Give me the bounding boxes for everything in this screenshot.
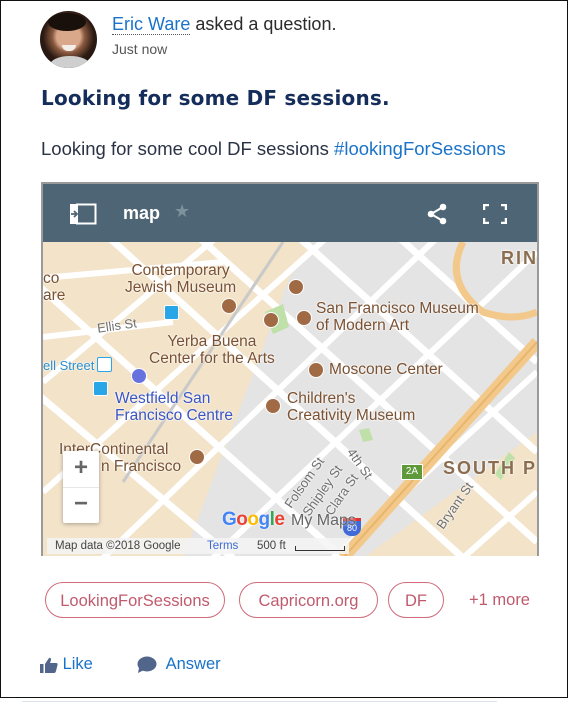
hotel-poi-icon[interactable] bbox=[189, 449, 205, 465]
label-line: Yerba Buena bbox=[167, 333, 257, 350]
like-button[interactable]: Like bbox=[40, 655, 93, 674]
label-line: Westfield San bbox=[115, 390, 211, 407]
body-text: Looking for some cool DF sessions bbox=[41, 138, 335, 159]
star-icon[interactable]: ★ bbox=[174, 201, 190, 222]
label-line: co bbox=[43, 270, 60, 287]
museum-poi-icon[interactable] bbox=[265, 398, 281, 414]
label-line: Center for the Arts bbox=[149, 350, 275, 367]
question-title[interactable]: Looking for some DF sessions. bbox=[41, 86, 390, 110]
map-embed[interactable]: map ★ co are Contemporary Jewish Museum … bbox=[41, 182, 539, 556]
map-label-left-edge: co are bbox=[43, 270, 65, 304]
avatar-hair bbox=[48, 13, 86, 31]
theater-poi-icon[interactable] bbox=[263, 312, 279, 328]
bart-station-icon[interactable] bbox=[97, 357, 112, 372]
map-label-childrens-museum[interactable]: Children's Creativity Museum bbox=[287, 390, 415, 424]
answer-label: Answer bbox=[165, 655, 221, 673]
map-label-south-park: SOUTH P bbox=[443, 458, 538, 478]
convention-center-poi-icon[interactable] bbox=[308, 362, 324, 378]
terms-link[interactable]: Terms bbox=[207, 538, 238, 554]
post-action-text: asked a question. bbox=[195, 14, 337, 34]
map-canvas[interactable]: co are Contemporary Jewish Museum Ellis … bbox=[43, 242, 537, 556]
map-data-credit: Map data ©2018 Google bbox=[55, 540, 181, 552]
side-panel-icon[interactable] bbox=[69, 203, 97, 225]
museum-poi-icon[interactable] bbox=[296, 310, 312, 326]
map-attribution-bar: Map data ©2018 Google Terms 500 ft bbox=[47, 538, 349, 554]
share-icon[interactable] bbox=[426, 203, 448, 225]
author-avatar[interactable] bbox=[40, 11, 97, 68]
exit-sign: 2A bbox=[401, 464, 423, 480]
map-zoom-control: + − bbox=[63, 451, 99, 523]
my-maps-label: My Maps bbox=[291, 512, 356, 529]
label-line: Francisco Centre bbox=[115, 407, 234, 424]
map-label-sfmoma[interactable]: San Francisco Museum of Modern Art bbox=[316, 300, 479, 334]
zoom-out-button[interactable]: − bbox=[63, 487, 99, 523]
map-label-moscone-center[interactable]: Moscone Center bbox=[329, 361, 443, 378]
fullscreen-icon[interactable] bbox=[483, 204, 507, 224]
map-label-rincon: RIN bbox=[501, 248, 538, 268]
map-label-yerba-buena[interactable]: Yerba Buena Center for the Arts bbox=[149, 333, 275, 367]
google-logo: Google bbox=[222, 509, 285, 530]
author-link[interactable]: Eric Ware bbox=[112, 14, 191, 35]
map-title: map bbox=[123, 203, 161, 223]
label-line: San Francisco Museum bbox=[316, 300, 479, 317]
label-line: are bbox=[43, 287, 66, 304]
label-line: of Modern Art bbox=[316, 317, 410, 334]
museum-poi-icon[interactable] bbox=[221, 298, 237, 314]
label-line: Jewish Museum bbox=[125, 279, 237, 296]
question-body: Looking for some cool DF sessions #looki… bbox=[41, 138, 506, 160]
divider bbox=[22, 701, 497, 702]
more-topics-link[interactable]: +1 more bbox=[469, 591, 530, 610]
topic-pill[interactable]: LookingForSessions bbox=[45, 582, 225, 618]
map-label-powell-street: ell Street bbox=[43, 358, 95, 373]
label-line: Creativity Museum bbox=[287, 407, 416, 424]
scale-label: 500 ft bbox=[257, 540, 286, 552]
label-line: Children's bbox=[287, 390, 356, 407]
zoom-in-button[interactable]: + bbox=[63, 451, 99, 488]
feed-item-card: Eric Ware asked a question. Just now Loo… bbox=[0, 0, 568, 698]
post-header: Eric Ware asked a question. bbox=[112, 14, 336, 35]
post-timestamp[interactable]: Just now bbox=[112, 41, 167, 57]
comment-icon bbox=[137, 656, 157, 674]
map-header: map ★ bbox=[43, 184, 537, 242]
map-label-contemporary-jewish-museum[interactable]: Contemporary Jewish Museum bbox=[125, 262, 236, 296]
hashtag-link[interactable]: #lookingForSessions bbox=[334, 138, 506, 159]
transit-station-icon[interactable] bbox=[93, 381, 108, 396]
topic-pill[interactable]: DF bbox=[388, 582, 444, 618]
avatar-shirt bbox=[50, 56, 90, 68]
map-label-westfield[interactable]: Westfield San Francisco Centre bbox=[115, 390, 233, 424]
museum-poi-icon[interactable] bbox=[288, 279, 304, 295]
transit-station-icon[interactable] bbox=[164, 305, 179, 320]
scale-bar bbox=[295, 546, 345, 551]
avatar-smile bbox=[62, 45, 76, 51]
thumbs-up-icon bbox=[40, 657, 58, 673]
like-label: Like bbox=[62, 655, 93, 673]
label-line: Contemporary bbox=[131, 262, 230, 279]
answer-button[interactable]: Answer bbox=[137, 655, 221, 674]
topic-pill[interactable]: Capricorn.org bbox=[239, 582, 378, 618]
shopping-poi-icon[interactable] bbox=[131, 368, 147, 384]
